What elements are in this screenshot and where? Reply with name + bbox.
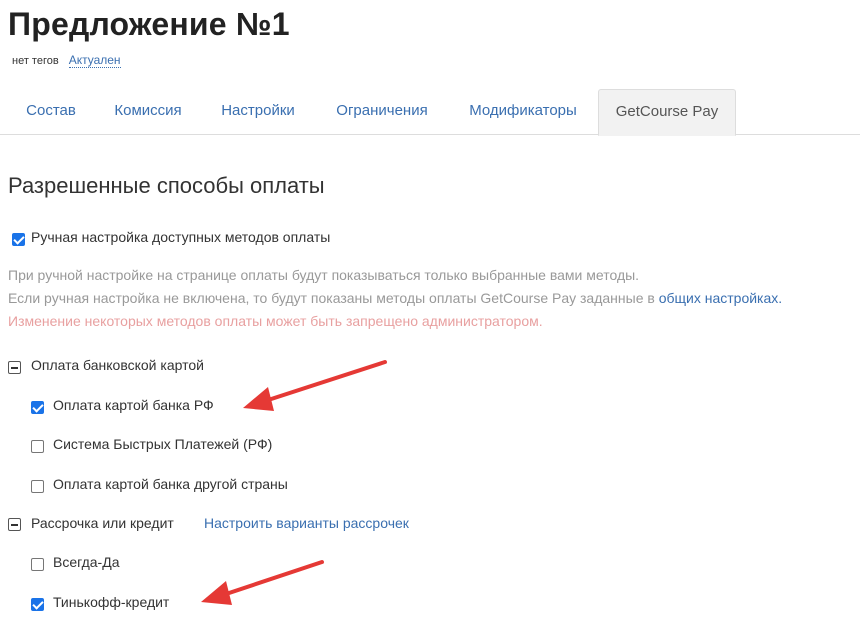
tab-commission[interactable]: Комиссия	[96, 89, 200, 135]
collapse-card-group-icon[interactable]	[8, 361, 21, 374]
sbp-checkbox[interactable]	[31, 440, 44, 453]
tab-bar: Состав Комиссия Настройки Ограничения Мо…	[0, 89, 860, 136]
tab-restrictions[interactable]: Ограничения	[316, 89, 448, 135]
arrow-to-card-rf	[243, 360, 387, 411]
sbp-label: Система Быстрых Платежей (РФ)	[53, 436, 273, 452]
tab-getcourse-pay[interactable]: GetCourse Pay	[598, 89, 736, 136]
vsegda-da-label: Всегда-Да	[53, 554, 120, 570]
offer-meta: нет тегов Актуален	[12, 53, 121, 68]
foreign-card-checkbox[interactable]	[31, 480, 44, 493]
foreign-card-label: Оплатa картой банка другой страны	[53, 476, 288, 492]
tab-settings[interactable]: Настройки	[202, 89, 314, 135]
section-title: Разрешенные способы оплаты	[8, 173, 325, 198]
card-rf-label: Оплата картой банка РФ	[53, 397, 214, 413]
card-rf-checkbox[interactable]	[31, 401, 44, 414]
tags-label: нет тегов	[12, 55, 59, 67]
general-settings-link[interactable]: общих настройках.	[659, 290, 782, 306]
manual-config-label: Ручная настройка доступных методов оплат…	[31, 229, 331, 245]
credit-group-label: Рассрочка или кредит	[31, 515, 174, 531]
tab-sostav[interactable]: Состав	[8, 89, 94, 135]
collapse-credit-group-icon[interactable]	[8, 518, 21, 531]
tinkoff-credit-label: Тинькофф-кредит	[53, 594, 170, 610]
tab-modifiers[interactable]: Модификаторы	[450, 89, 596, 135]
configure-installments-link[interactable]: Настроить варианты рассрочек	[204, 515, 409, 531]
tinkoff-credit-checkbox[interactable]	[31, 598, 44, 611]
manual-config-checkbox[interactable]	[12, 233, 25, 246]
help-text-line2-body: Если ручная настройка не включена, то бу…	[8, 290, 655, 306]
help-text-line2: Если ручная настройка не включена, то бу…	[8, 290, 782, 306]
page-title: Предложение №1	[8, 6, 290, 42]
card-group-label: Оплата банковской картой	[31, 357, 204, 373]
vsegda-da-checkbox[interactable]	[31, 558, 44, 571]
arrow-to-tinkoff	[201, 560, 324, 605]
help-text-line1: При ручной настройке на странице оплаты …	[8, 267, 640, 283]
status-link[interactable]: Актуален	[68, 53, 121, 68]
warning-text: Изменение некоторых методов оплаты может…	[8, 313, 543, 329]
